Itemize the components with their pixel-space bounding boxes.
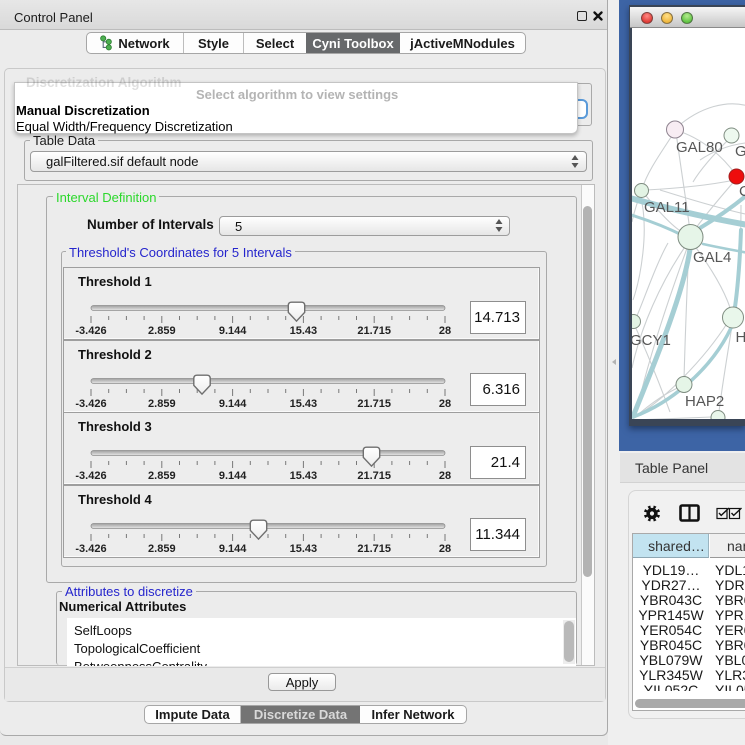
svg-text:-3.426: -3.426 <box>75 543 106 555</box>
svg-text:2.859: 2.859 <box>148 325 176 337</box>
svg-text:15.43: 15.43 <box>290 543 318 555</box>
svg-text:GAL11: GAL11 <box>644 199 690 216</box>
svg-text:9.144: 9.144 <box>219 325 247 337</box>
svg-text:21.715: 21.715 <box>357 325 391 337</box>
svg-text:GCY1: GCY1 <box>632 332 671 349</box>
svg-text:21.715: 21.715 <box>357 543 391 555</box>
svg-text:-3.426: -3.426 <box>75 398 106 410</box>
svg-text:2.859: 2.859 <box>148 398 176 410</box>
svg-text:9.144: 9.144 <box>219 470 247 482</box>
svg-text:HAP2: HAP2 <box>685 393 724 410</box>
svg-text:28: 28 <box>439 325 451 337</box>
svg-text:9.144: 9.144 <box>219 543 247 555</box>
svg-text:GAL80: GAL80 <box>676 139 723 156</box>
svg-text:GAL4: GAL4 <box>693 249 731 266</box>
svg-text:21.715: 21.715 <box>357 398 391 410</box>
svg-text:2.859: 2.859 <box>148 470 176 482</box>
svg-text:28: 28 <box>439 398 451 410</box>
svg-text:28: 28 <box>439 470 451 482</box>
svg-text:C: C <box>739 183 745 200</box>
svg-text:15.43: 15.43 <box>290 325 318 337</box>
svg-text:HA: HA <box>736 329 745 346</box>
svg-text:-3.426: -3.426 <box>75 470 106 482</box>
svg-text:15.43: 15.43 <box>290 470 318 482</box>
svg-text:15.43: 15.43 <box>290 398 318 410</box>
svg-text:2.859: 2.859 <box>148 543 176 555</box>
svg-text:-3.426: -3.426 <box>75 325 106 337</box>
svg-text:21.715: 21.715 <box>357 470 391 482</box>
svg-text:9.144: 9.144 <box>219 398 247 410</box>
svg-text:28: 28 <box>439 543 451 555</box>
svg-text:GAL: GAL <box>735 143 745 160</box>
